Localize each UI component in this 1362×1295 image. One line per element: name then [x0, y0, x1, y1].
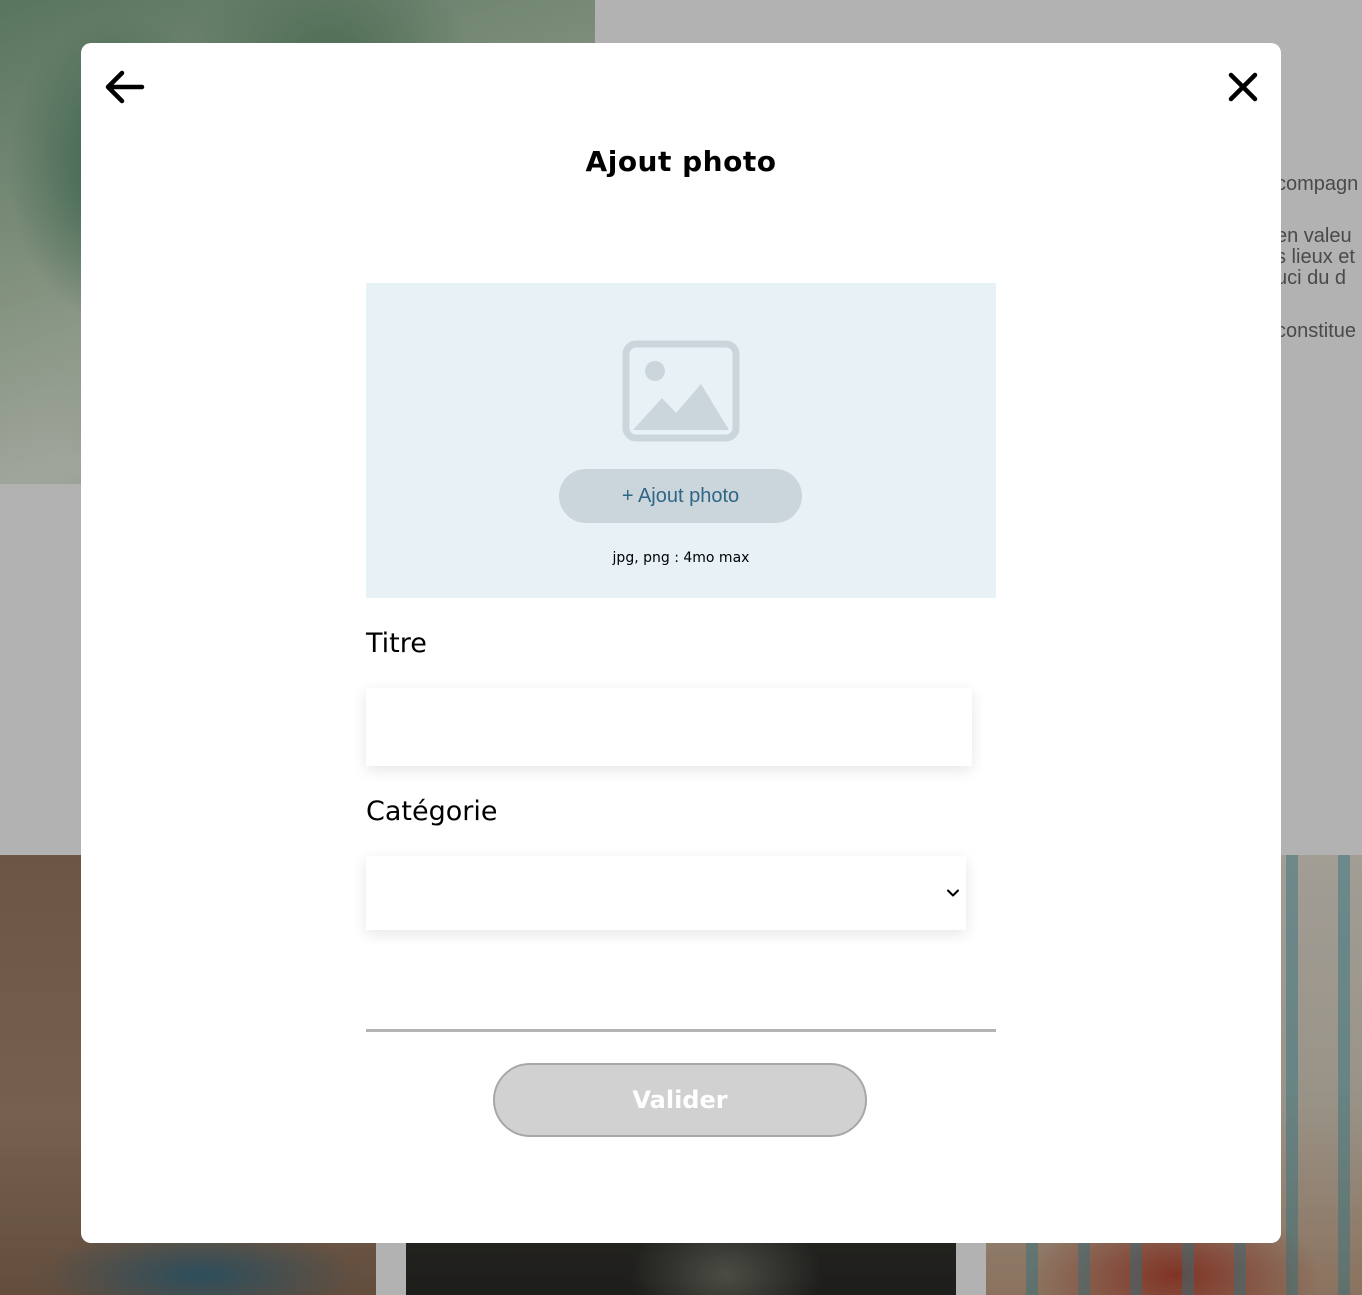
arrow-left-icon: [105, 70, 145, 104]
title-label: Titre: [366, 628, 427, 659]
form-divider: [366, 1029, 996, 1032]
add-photo-modal: Ajout photo + Ajout photo jpg, png : 4mo…: [81, 43, 1281, 1243]
image-placeholder-icon: [622, 340, 740, 442]
add-photo-button[interactable]: + Ajout photo: [559, 469, 802, 523]
upload-format-hint: jpg, png : 4mo max: [612, 550, 750, 566]
title-input[interactable]: [366, 688, 972, 766]
back-button[interactable]: [100, 63, 148, 111]
category-select[interactable]: [366, 856, 966, 930]
photo-upload-zone[interactable]: + Ajout photo jpg, png : 4mo max: [366, 283, 996, 598]
close-button[interactable]: [1219, 63, 1267, 111]
modal-title: Ajout photo: [585, 145, 777, 178]
chevron-down-icon: [947, 889, 959, 897]
validate-button[interactable]: Valider: [493, 1063, 867, 1137]
close-icon: [1228, 72, 1258, 102]
category-label: Catégorie: [366, 796, 498, 827]
